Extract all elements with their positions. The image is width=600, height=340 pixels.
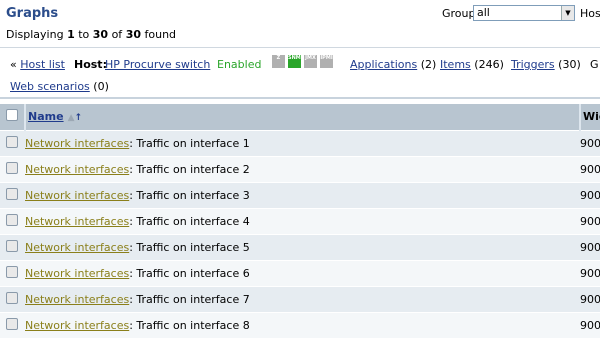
table-row: Network interfaces: Traffic on interface… [0,260,600,286]
graph-width: 900 [580,266,600,280]
results-count: Displaying 1 to 30 of 30 found [6,28,177,41]
page-header: Graphs Displaying 1 to 30 of 30 found Gr… [0,0,600,48]
row-checkbox[interactable] [6,187,18,200]
items-link[interactable]: Items [440,58,471,71]
application-link[interactable]: Network interfaces [25,137,129,150]
page-title: Graphs [6,6,59,21]
graph-width: 900 [580,292,600,306]
graph-name: : Traffic on interface 3 [129,188,250,202]
graphs-table: Name▲↑ Wid Network interfaces: Traffic o… [0,104,600,338]
row-checkbox[interactable] [6,291,18,304]
table-row: Network interfaces: Traffic on interface… [0,234,600,260]
jmx-icon: JMX [304,55,317,68]
column-width[interactable]: Wid [579,104,600,130]
graph-name: : Traffic on interface 8 [129,318,250,332]
application-link[interactable]: Network interfaces [25,319,129,332]
graph-name: : Traffic on interface 6 [129,266,250,280]
table-row: Network interfaces: Traffic on interface… [0,312,600,338]
graph-width: 900 [580,318,600,332]
table-row: Network interfaces: Traffic on interface… [0,286,600,312]
application-link[interactable]: Network interfaces [25,241,129,254]
graph-width: 900 [580,214,600,228]
ipmi-icon: IPMI [320,55,333,68]
row-checkbox[interactable] [6,213,18,226]
row-checkbox[interactable] [6,135,18,148]
graph-width: 900 [580,136,600,150]
host-status[interactable]: Enabled [217,58,261,71]
web-scenarios-link[interactable]: Web scenarios [10,80,90,93]
application-link[interactable]: Network interfaces [25,163,129,176]
sort-by-name[interactable]: Name [28,110,64,123]
table-row: Network interfaces: Traffic on interface… [0,208,600,234]
row-checkbox[interactable] [6,161,18,174]
group-label: Group [442,7,476,20]
table-row: Network interfaces: Traffic on interface… [0,156,600,182]
snmp-icon: SNMP [288,55,301,68]
host-list-link[interactable]: Host list [20,58,65,71]
table-header: Name▲↑ Wid [0,104,600,130]
graph-name: : Traffic on interface 1 [129,136,250,150]
row-checkbox[interactable] [6,265,18,278]
graph-name: : Traffic on interface 5 [129,240,250,254]
application-link[interactable]: Network interfaces [25,189,129,202]
graph-name: : Traffic on interface 2 [129,162,250,176]
group-select[interactable]: all ▼ [473,5,575,21]
chevron-down-icon: ▼ [561,6,574,20]
host-name-link[interactable]: HP Procurve switch [105,58,210,71]
row-checkbox[interactable] [6,239,18,252]
applications-link[interactable]: Applications [350,58,417,71]
graph-width: 900 [580,240,600,254]
graph-width: 900 [580,188,600,202]
host-filter-label: Host [580,7,600,20]
application-link[interactable]: Network interfaces [25,267,129,280]
host-navigation: « Host list Host: HP Procurve switch Ena… [0,49,600,99]
table-row: Network interfaces: Traffic on interface… [0,182,600,208]
select-all-checkbox[interactable] [6,109,18,122]
graph-width: 900 [580,162,600,176]
table-row: Network interfaces: Traffic on interface… [0,130,600,156]
row-checkbox[interactable] [6,317,18,330]
graph-name: : Traffic on interface 4 [129,214,250,228]
graph-name: : Traffic on interface 7 [129,292,250,306]
triggers-link[interactable]: Triggers [511,58,555,71]
graphs-link-partial[interactable]: G [590,58,599,71]
application-link[interactable]: Network interfaces [25,215,129,228]
zabbix-agent-icon: Z [272,55,285,68]
application-link[interactable]: Network interfaces [25,293,129,306]
sort-ascending-icon: ▲↑ [67,113,83,124]
host-label: Host: [74,58,107,71]
